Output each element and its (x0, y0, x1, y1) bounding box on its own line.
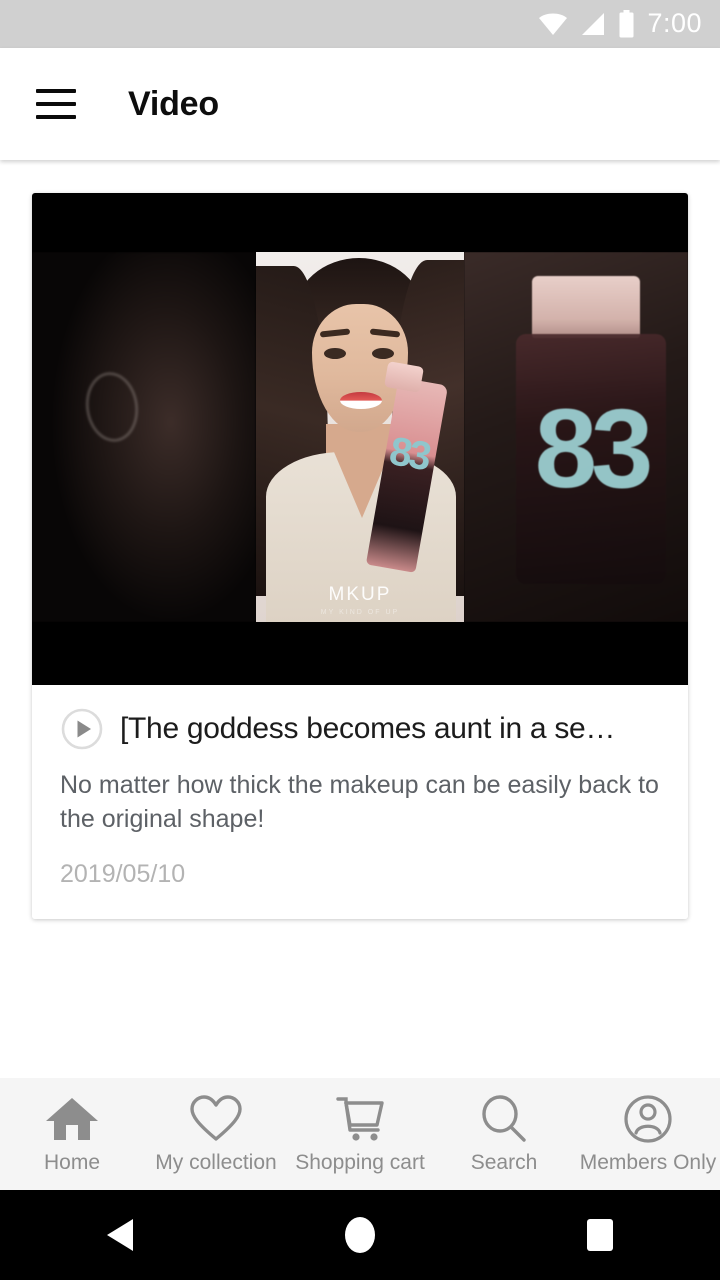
eye-left (324, 348, 346, 359)
video-card-body: [The goddess becomes aunt in a se… No ma… (32, 685, 688, 919)
battery-icon (619, 10, 634, 38)
square-icon (587, 1219, 613, 1251)
thumbnail-video-frame: 83 MKUP MY KIND OF UP (256, 252, 464, 622)
nav-item-shopping-cart[interactable]: Shopping cart (288, 1078, 432, 1190)
video-thumbnail[interactable]: 83 MKUP MY KIND OF UP (32, 193, 688, 685)
lips (340, 392, 382, 409)
home-button[interactable] (300, 1190, 420, 1280)
video-title-row: [The goddess becomes aunt in a se… (60, 707, 660, 751)
video-description: No matter how thick the makeup can be ea… (60, 771, 659, 833)
video-title: [The goddess becomes aunt in a se… (120, 712, 616, 745)
status-bar: 7:00 (0, 0, 720, 48)
nav-item-home[interactable]: Home (0, 1078, 144, 1190)
video-date: 2019/05/10 (60, 860, 186, 888)
shopping-cart-icon (336, 1096, 384, 1141)
home-icon (46, 1097, 98, 1140)
circle-icon (345, 1217, 375, 1253)
nav-label-search: Search (470, 1150, 538, 1174)
content-area: 83 MKUP MY KIND OF UP [The goddess becom… (0, 160, 720, 1078)
wifi-icon (539, 13, 568, 35)
brand-watermark: MKUP (328, 584, 392, 605)
heart-icon (190, 1094, 242, 1141)
nav-item-my-collection[interactable]: My collection (144, 1078, 288, 1190)
video-list-item[interactable]: 83 MKUP MY KIND OF UP [The goddess becom… (32, 193, 688, 919)
product-bottle-number: 83 (386, 428, 432, 480)
thumbnail-blur-left-art (32, 252, 256, 622)
nav-label-members-only: Members Only (579, 1150, 717, 1174)
app-screen: 7:00 Video 83 83 MKUP MY KIND OF UP [The… (0, 0, 720, 1280)
search-icon (482, 1094, 526, 1142)
menu-bar-2 (36, 102, 76, 106)
thumbnail-blur-right-art (464, 252, 688, 622)
page-title: Video (128, 84, 219, 123)
nav-label-my-collection: My collection (155, 1150, 277, 1174)
eye-right (372, 348, 394, 359)
back-button[interactable] (60, 1190, 180, 1280)
cellular-signal-icon (582, 13, 605, 35)
recents-button[interactable] (540, 1190, 660, 1280)
nav-label-shopping-cart: Shopping cart (295, 1150, 425, 1174)
thumbnail-blur-right (464, 252, 688, 622)
menu-bar-3 (36, 115, 76, 119)
thumbnail-blur-left (32, 252, 256, 622)
nav-label-home: Home (43, 1150, 101, 1174)
bottom-navigation-bar: Home My collection Shopping cart Search … (0, 1078, 720, 1190)
app-bar: Video (0, 48, 720, 160)
brand-watermark-tagline: MY KIND OF UP (320, 609, 400, 616)
triangle-left-icon (107, 1219, 133, 1251)
hamburger-menu-icon[interactable] (36, 89, 76, 119)
account-circle-icon (624, 1094, 672, 1143)
nav-item-search[interactable]: Search (432, 1078, 576, 1190)
nav-item-members-only[interactable]: Members Only (576, 1078, 720, 1190)
status-time: 7:00 (647, 7, 702, 38)
menu-bar-1 (36, 89, 76, 93)
play-circle-icon[interactable] (60, 707, 104, 751)
android-navigation-bar (0, 1190, 720, 1280)
